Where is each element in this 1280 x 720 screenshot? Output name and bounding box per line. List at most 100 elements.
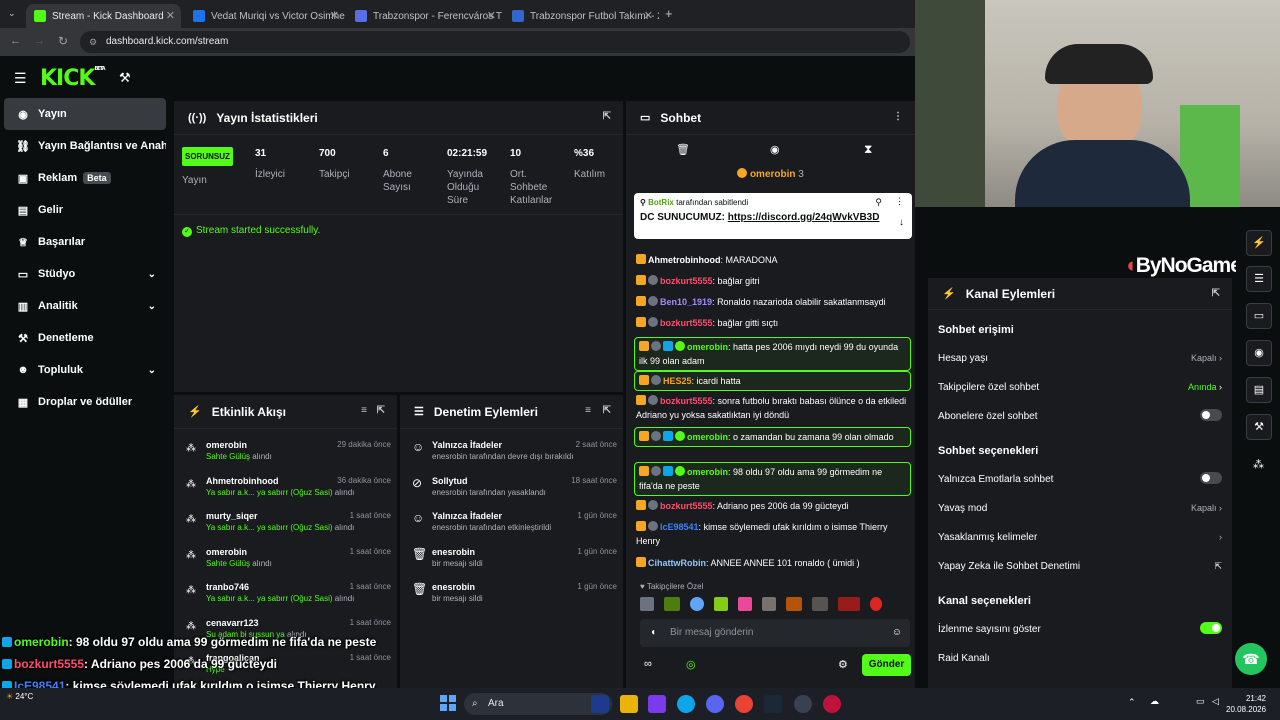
sidebar-item-droplar[interactable]: ▦ Droplar ve ödüller [4, 386, 166, 418]
sidebar-item-analitik[interactable]: ▥ Analitik ⌄ [4, 290, 166, 322]
new-tab-icon[interactable]: + [665, 6, 673, 21]
emote-icon[interactable] [714, 597, 728, 611]
emote-icon[interactable] [812, 597, 828, 611]
weather-widget[interactable]: ☀ 24°C [6, 692, 33, 701]
steam-icon[interactable] [764, 695, 782, 713]
sidebar-item-reklam[interactable]: ▣ Reklam Beta [4, 162, 166, 194]
reload-icon[interactable]: ↻ [58, 34, 68, 48]
close-tab-icon[interactable]: ✕ [644, 9, 653, 22]
obs-icon[interactable] [794, 695, 812, 713]
row-slow-mode[interactable]: Yavaş mod Kapalı › [938, 503, 1226, 514]
chat-username[interactable]: omerobin [687, 342, 728, 352]
chat-username[interactable]: omerobin [687, 467, 728, 477]
chat-bubble-icon[interactable]: ◉ [770, 143, 780, 156]
moderation-by[interactable]: enesrobin [432, 488, 467, 497]
moderation-by[interactable]: enesrobin [432, 523, 467, 532]
close-tab-icon[interactable]: ✕ [487, 9, 496, 22]
lightning-icon[interactable]: ⚡ [1246, 230, 1272, 256]
sidebar-item-stream-key[interactable]: ⛓ Yayın Bağlantısı ve Anahtarı [4, 130, 166, 162]
sidebar-item-topluluk[interactable]: ☻ Topluluk ⌄ [4, 354, 166, 386]
moderation-by[interactable]: enesrobin [432, 452, 467, 461]
show-viewers-toggle[interactable] [1200, 622, 1222, 634]
emote-icon[interactable] [690, 597, 704, 611]
community-icon[interactable]: ⁂ [1253, 458, 1264, 471]
emote-icon[interactable] [664, 597, 680, 611]
discord-icon[interactable] [706, 695, 724, 713]
kick-logo[interactable]: KICKBETA [40, 66, 106, 91]
list-icon[interactable]: ☰ [1246, 266, 1272, 292]
hammer-icon[interactable]: ⚒ [119, 70, 131, 86]
settings-gear-icon[interactable]: ⚙ [838, 658, 848, 671]
edge-icon[interactable] [677, 695, 695, 713]
emote-icon[interactable] [762, 597, 776, 611]
emoji-icon[interactable]: ☺ [892, 619, 902, 647]
mod-icon[interactable]: ▤ [1246, 377, 1272, 403]
network-icon[interactable]: ▭ [1196, 696, 1205, 707]
sidebar-item-yayin[interactable]: ◉ Yayın [4, 98, 166, 130]
emote-icon[interactable] [870, 597, 882, 611]
arrow-down-icon[interactable]: ↓ [899, 217, 904, 228]
send-button[interactable]: Gönder [862, 654, 911, 676]
app-icon[interactable] [591, 695, 609, 713]
kick-points-icon[interactable]: ∞ [644, 658, 652, 670]
tab-list-icon[interactable]: ⌄ [8, 8, 16, 19]
trash-icon[interactable]: 🗑 [676, 143, 690, 156]
chat-username[interactable]: omerobin [687, 432, 728, 442]
url-input[interactable]: ⚙ dashboard.kick.com/stream [80, 31, 910, 53]
emote-icon[interactable] [786, 597, 802, 611]
hourglass-icon[interactable]: ⧗ [864, 142, 872, 157]
volume-icon[interactable]: ◁ [1212, 696, 1219, 707]
filter-icon[interactable]: ≡ [585, 405, 591, 416]
subs-chat-toggle[interactable] [1200, 409, 1222, 421]
back-arrow-icon[interactable]: ← [10, 35, 21, 47]
app-icon[interactable] [823, 695, 841, 713]
pin-icon[interactable]: ⚲ [875, 197, 882, 208]
row-banned-words[interactable]: Yasaklanmış kelimeler › [938, 532, 1226, 543]
row-ai-moderation[interactable]: Yapay Zeka ile Sohbet Denetimi ⇱ [938, 561, 1226, 572]
chat-username[interactable]: bozkurt5555 [660, 318, 713, 328]
more-options-icon[interactable]: ⋮ [893, 111, 903, 122]
popout-icon[interactable]: ⇱ [603, 405, 611, 416]
popout-icon[interactable]: ⇱ [603, 111, 611, 122]
forward-arrow-icon[interactable]: → [34, 35, 45, 47]
menu-icon[interactable]: ☰ [14, 70, 27, 87]
site-info-icon[interactable]: ⚙ [89, 31, 97, 53]
chat-username[interactable]: HES25 [663, 376, 692, 386]
sidebar-item-gelir[interactable]: ▤ Gelir [4, 194, 166, 226]
close-tab-icon[interactable]: ✕ [166, 9, 175, 22]
emote-icon[interactable] [738, 597, 752, 611]
chat-username[interactable]: Ahmetrobinhood [648, 255, 721, 265]
emote-icon[interactable] [640, 597, 654, 611]
chat-input[interactable]: ◖ Bir mesaj gönderin ☺ [640, 619, 910, 647]
kick-logo-icon[interactable]: ◎ [686, 658, 696, 671]
tab-vedat[interactable]: Vedat Muriqi vs Victor Osimhen ✕ [185, 4, 345, 28]
more-options-icon[interactable]: ⋮ [895, 196, 904, 207]
close-tab-icon[interactable]: ✕ [330, 9, 339, 22]
chat-bubble-icon[interactable]: ▭ [1246, 303, 1272, 329]
tray-chevron-icon[interactable]: ⌃ [1128, 697, 1136, 708]
taskbar-search[interactable]: ⌕ Ara [464, 693, 612, 715]
clock[interactable]: 21:42 20.08.2026 [1226, 693, 1266, 715]
hammer-icon[interactable]: ⚒ [1246, 414, 1272, 440]
tab-trabzonspor-takimi[interactable]: Trabzonspor Futbol Takımı - 20 ✕ [504, 4, 659, 28]
sidebar-item-denetleme[interactable]: ⚒ Denetleme [4, 322, 166, 354]
sidebar-item-studyo[interactable]: ▭ Stüdyo ⌄ [4, 258, 166, 290]
chat-username[interactable]: CihattwRobin [648, 558, 706, 568]
cloud-icon[interactable]: ☁ [1150, 696, 1159, 707]
chat-username[interactable]: bozkurt5555 [660, 276, 713, 286]
emotes-only-toggle[interactable] [1200, 472, 1222, 484]
row-raid[interactable]: Raid Kanalı [938, 653, 1226, 664]
chat-username[interactable]: bozkurt5555 [660, 501, 713, 511]
file-explorer-icon[interactable] [620, 695, 638, 713]
broadcast-icon[interactable]: ◉ [1246, 340, 1272, 366]
pinned-link[interactable]: https://discord.gg/24qWvkVB3D [728, 212, 880, 223]
chat-username[interactable]: IcE98541 [660, 522, 699, 532]
row-followers-chat[interactable]: Takipçilere özel sohbet Anında › [938, 382, 1226, 393]
chat-username[interactable]: Ben10_1919 [660, 297, 712, 307]
tab-trabzonspor-ferencvaros[interactable]: Trabzonspor - Ferencváros TC c ✕ [347, 4, 502, 28]
popout-icon[interactable]: ⇱ [1212, 288, 1220, 299]
chrome-icon[interactable] [735, 695, 753, 713]
sidebar-item-basarilar[interactable]: ♕ Başarılar [4, 226, 166, 258]
app-icon[interactable] [648, 695, 666, 713]
support-chat-icon[interactable]: ☎ [1235, 643, 1267, 675]
